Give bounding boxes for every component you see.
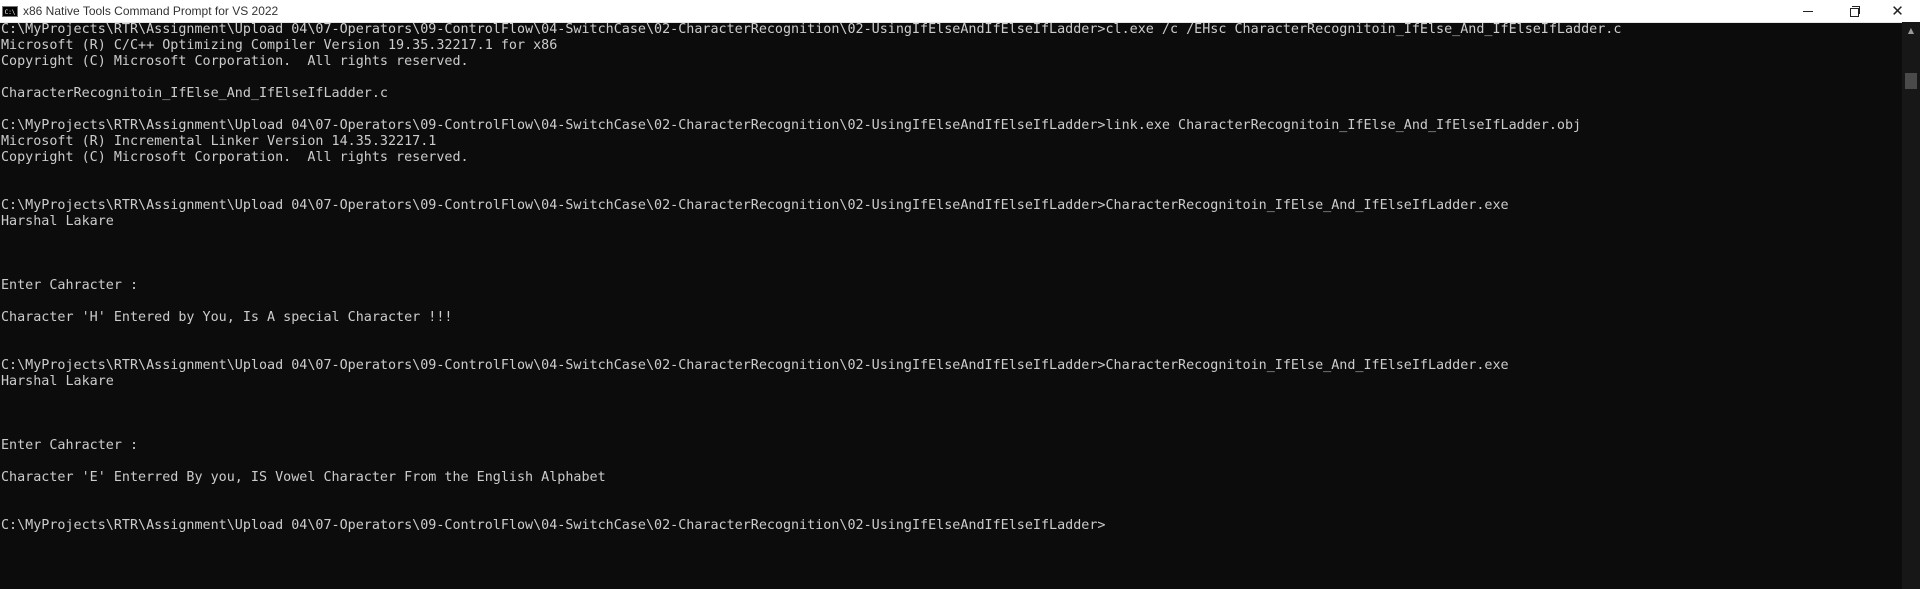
console-line: Copyright (C) Microsoft Corporation. All… (1, 54, 469, 69)
scroll-up-arrow-icon[interactable]: ▲ (1902, 22, 1920, 39)
console-line: Harshal Lakare (1, 374, 114, 389)
console-line: Character 'E' Enterred By you, IS Vowel … (1, 470, 606, 485)
console-line: C:\MyProjects\RTR\Assignment\Upload 04\0… (1, 118, 1582, 133)
console-line: C:\MyProjects\RTR\Assignment\Upload 04\0… (1, 22, 1622, 37)
console-line: C:\MyProjects\RTR\Assignment\Upload 04\0… (1, 518, 1106, 533)
console-line: CharacterRecognitoin_IfElse_And_IfElseIf… (1, 86, 388, 101)
restore-button[interactable] (1830, 0, 1875, 22)
console-line: Copyright (C) Microsoft Corporation. All… (1, 150, 469, 165)
window-title: x86 Native Tools Command Prompt for VS 2… (23, 4, 279, 18)
console-line: Enter Cahracter : (1, 278, 139, 293)
console-line: C:\MyProjects\RTR\Assignment\Upload 04\0… (1, 358, 1509, 373)
console-line: Harshal Lakare (1, 214, 114, 229)
scrollbar-thumb[interactable] (1905, 73, 1917, 89)
title-bar[interactable]: C:\ x86 Native Tools Command Prompt for … (0, 0, 1920, 23)
window-controls: ✕ (1785, 0, 1920, 22)
console-line: Character 'H' Entered by You, Is A speci… (1, 310, 453, 325)
console-line: Enter Cahracter : (1, 438, 139, 453)
console-line: C:\MyProjects\RTR\Assignment\Upload 04\0… (1, 198, 1509, 213)
terminal-window: C:\ x86 Native Tools Command Prompt for … (0, 0, 1920, 589)
command-prompt-icon: C:\ (2, 5, 18, 17)
close-icon: ✕ (1891, 2, 1904, 20)
console-line: Microsoft (R) Incremental Linker Version… (1, 134, 437, 149)
close-button[interactable]: ✕ (1875, 0, 1920, 22)
minimize-button[interactable] (1785, 0, 1830, 22)
vertical-scrollbar[interactable]: ▲ (1902, 22, 1920, 589)
console-line: Microsoft (R) C/C++ Optimizing Compiler … (1, 38, 558, 53)
console-output[interactable]: C:\MyProjects\RTR\Assignment\Upload 04\0… (0, 22, 1903, 589)
